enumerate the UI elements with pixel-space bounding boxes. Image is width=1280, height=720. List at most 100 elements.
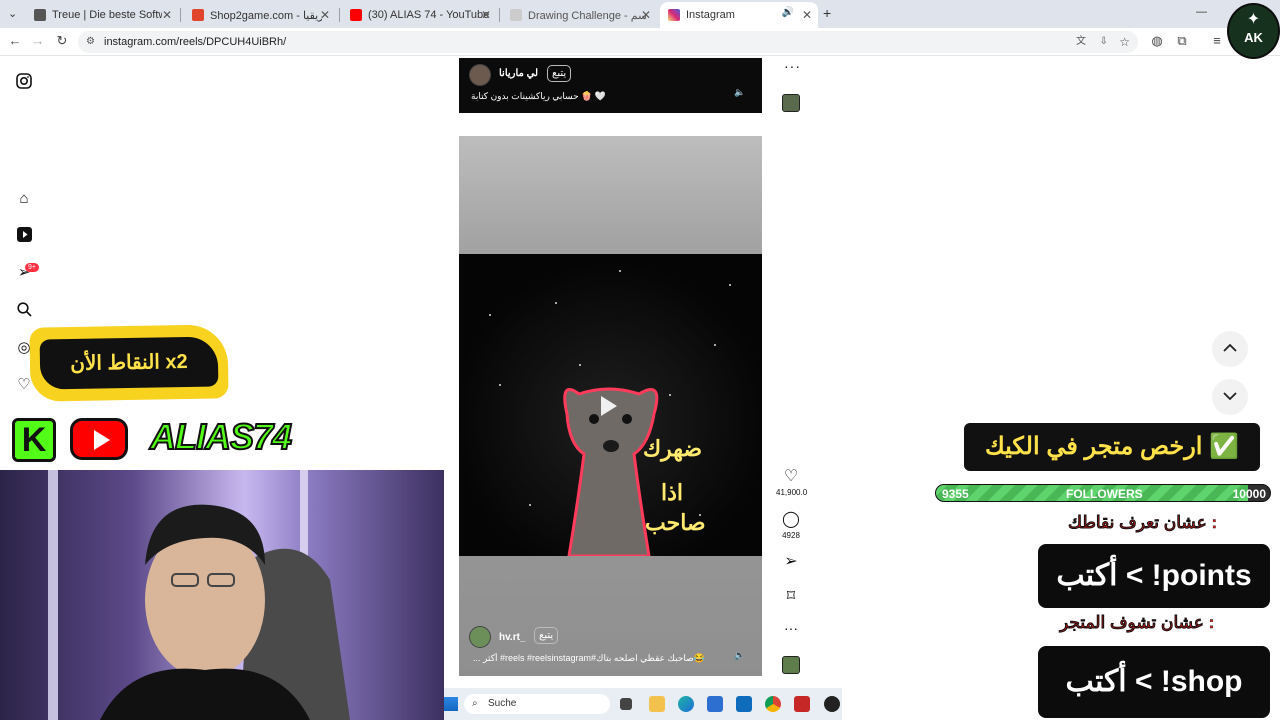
channel-name: ALIAS74: [149, 415, 293, 458]
tab-drawing-challenge[interactable]: Drawing Challenge - تحدي الرسم ✕: [502, 4, 657, 26]
translate-icon[interactable]: 文: [1076, 31, 1086, 53]
back-button[interactable]: ←: [6, 33, 24, 48]
notifications-badge: 9+: [25, 263, 39, 272]
followers-label: FOLLOWERS: [1066, 487, 1143, 501]
obs-icon[interactable]: [824, 696, 840, 712]
instagram-logo-icon[interactable]: [15, 73, 33, 91]
outlook-icon[interactable]: [736, 696, 752, 712]
kick-logo: K: [12, 418, 56, 462]
mute-icon[interactable]: 🔈: [734, 650, 745, 661]
tab-instagram[interactable]: Instagram 🔊 ✕: [660, 2, 818, 28]
eagle-icon: ✦: [1246, 11, 1261, 28]
play-icon: [94, 430, 110, 450]
search-icon[interactable]: [15, 302, 33, 320]
reload-button[interactable]: ↻: [53, 33, 71, 49]
avatar-text: AK: [1244, 30, 1263, 45]
bookmark-icon: ⌑: [786, 588, 796, 605]
close-icon[interactable]: ✕: [481, 8, 491, 22]
bookmark-star-icon[interactable]: ☆: [1119, 31, 1130, 53]
followers-goal-bar: 9355 FOLLOWERS 10000: [935, 484, 1271, 502]
tab-title: Instagram: [686, 9, 735, 21]
tab-favicon: [34, 9, 46, 21]
close-icon[interactable]: ✕: [320, 8, 330, 22]
youtube-icon: [350, 9, 362, 21]
next-reel-button[interactable]: [1212, 379, 1248, 415]
follow-button[interactable]: يتبع: [534, 627, 559, 644]
search-icon: ⌕: [472, 698, 478, 709]
heart-icon: ♡: [783, 468, 799, 485]
follow-button[interactable]: يتبع: [547, 65, 572, 82]
puzzle-icon[interactable]: ⧉: [1173, 33, 1191, 49]
windows-start-icon[interactable]: [444, 697, 458, 711]
followers-goal: 10000: [1232, 487, 1266, 501]
audio-thumbnail[interactable]: [782, 94, 800, 112]
comment-count: 4928: [782, 531, 800, 540]
instagram-icon: [668, 9, 680, 21]
close-icon[interactable]: ✕: [162, 8, 172, 22]
more-options-icon[interactable]: ···: [784, 620, 798, 636]
new-tab-button[interactable]: +: [823, 5, 831, 21]
close-icon[interactable]: ✕: [802, 8, 812, 22]
reel-username[interactable]: hv.rt_: [499, 632, 526, 643]
points-multiplier-banner: النقاط الأن x2: [29, 324, 229, 402]
like-button[interactable]: ♡ 41,900.0: [776, 466, 808, 497]
avatar[interactable]: [469, 626, 491, 648]
task-view-icon[interactable]: [620, 698, 632, 710]
streamer-image: [48, 470, 350, 720]
video-text-line3: صاحب: [645, 510, 706, 535]
avatar: ✦ AK: [1227, 3, 1280, 59]
browser-toolbar: ← → ↻ ⚙ instagram.com/reels/DPCUH4UiBRh/…: [0, 28, 1280, 56]
reel-previous[interactable]: لي ماريانا يتبع حسابي رياكشينات بدون كتا…: [459, 58, 762, 113]
site-info-icon[interactable]: ⚙: [86, 31, 95, 53]
close-icon[interactable]: ✕: [641, 8, 651, 22]
tab-favicon: [510, 9, 522, 21]
reel-caption: ... أكثر #reels #reelsinstagram#صاحبك عق…: [473, 653, 705, 663]
play-icon[interactable]: [601, 396, 617, 416]
chrome-icon[interactable]: [765, 696, 781, 712]
tab-youtube[interactable]: (30) ALIAS 74 - YouTube ✕: [342, 4, 497, 26]
comment-icon: ◯: [782, 511, 800, 528]
share-button[interactable]: ➢: [776, 551, 806, 571]
shop-command: أكتب < !shop: [1038, 646, 1270, 718]
install-icon[interactable]: ⇩: [1100, 31, 1108, 53]
previous-reel-button[interactable]: [1212, 331, 1248, 367]
reel-username[interactable]: لي ماريانا: [499, 68, 538, 79]
tab-treue[interactable]: Treue | Die beste Software zur L ✕: [26, 4, 178, 26]
mute-icon[interactable]: 🔈: [734, 87, 745, 98]
windows-taskbar: ⌕ Suche: [444, 688, 842, 720]
tab-title: Drawing Challenge - تحدي الرسم: [528, 9, 646, 22]
extension-icon[interactable]: ◍: [1148, 33, 1166, 49]
speaker-icon[interactable]: 🔊: [782, 7, 794, 18]
points-multiplier-text: النقاط الأن x2: [39, 336, 219, 390]
taskbar-search-input[interactable]: ⌕ Suche: [464, 694, 610, 714]
reel-caption: حسابي رياكشينات بدون كتابة 🍿 🤍: [471, 91, 607, 101]
address-bar[interactable]: ⚙ instagram.com/reels/DPCUH4UiBRh/ 文 ⇩ ☆: [78, 31, 1138, 53]
file-explorer-icon[interactable]: [649, 696, 665, 712]
youtube-logo: [70, 418, 128, 460]
minimize-button[interactable]: —: [1196, 6, 1207, 18]
comment-button[interactable]: ◯ 4928: [776, 509, 806, 540]
tab-search-icon[interactable]: ⌄: [8, 7, 17, 20]
reel-current[interactable]: ضهرك اذا صاحب hv.rt_ يتبع ... أكثر #reel…: [459, 136, 762, 676]
more-options-icon[interactable]: ···: [784, 58, 801, 74]
url-text: instagram.com/reels/DPCUH4UiBRh/: [104, 36, 287, 48]
forward-button[interactable]: →: [29, 33, 47, 48]
reels-icon[interactable]: [15, 227, 33, 245]
app-icon[interactable]: [794, 696, 810, 712]
tab-shop2game[interactable]: Shop2game.com - شمال أفريقيا ✕: [184, 4, 336, 26]
edge-icon[interactable]: [678, 696, 694, 712]
webcam-feed: [0, 470, 444, 720]
tab-favicon: [192, 9, 204, 21]
like-count: 41,900.0: [776, 488, 808, 497]
save-button[interactable]: ⌑: [776, 586, 806, 606]
points-caption: عشان تعرف نقاطك :: [1068, 513, 1218, 532]
audio-thumbnail[interactable]: [782, 656, 800, 674]
send-icon: ➢: [784, 553, 798, 570]
store-banner: ارخص متجر في الكيك ✅: [964, 423, 1260, 471]
home-icon[interactable]: ⌂: [15, 190, 33, 208]
reel-video[interactable]: ضهرك اذا صاحب: [459, 254, 762, 556]
reading-list-icon[interactable]: ≡: [1208, 33, 1226, 48]
shop-caption: عشان تشوف المتجر :: [1060, 613, 1215, 632]
store-icon[interactable]: [707, 696, 723, 712]
avatar[interactable]: [469, 64, 491, 86]
